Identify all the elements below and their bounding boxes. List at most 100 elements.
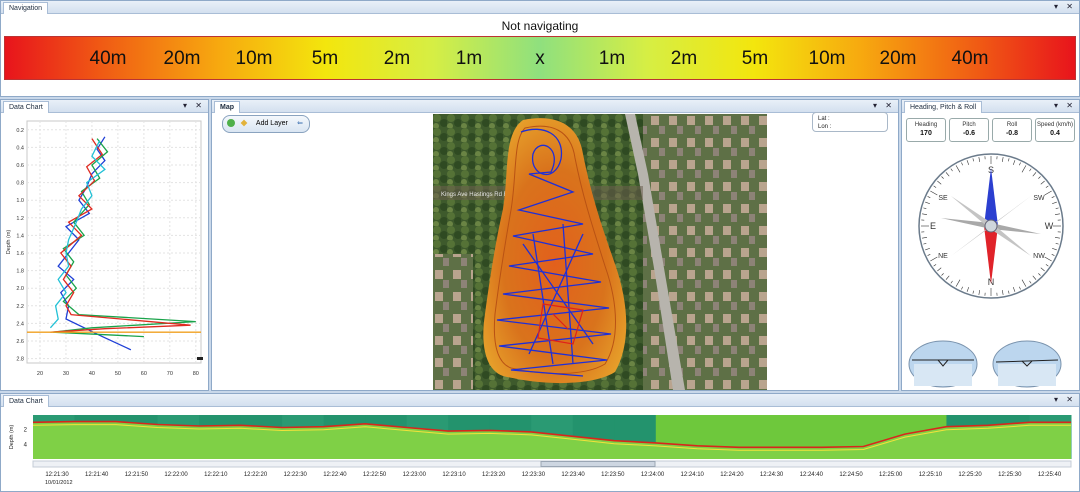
navigation-tab[interactable]: Navigation bbox=[3, 2, 49, 14]
panel-controls[interactable]: ▾ ✕ bbox=[1054, 100, 1076, 112]
compass-hub bbox=[984, 219, 998, 233]
nav-distance-label: 20m bbox=[163, 48, 201, 69]
panel-controls[interactable]: ▾ ✕ bbox=[183, 100, 205, 112]
x-tick-label: 12:23:40 bbox=[561, 472, 585, 478]
x-tick-label: 70 bbox=[167, 371, 173, 377]
heading-titlebar: Heading, Pitch & Roll ▾ ✕ bbox=[902, 100, 1079, 113]
roll-label: Roll bbox=[1006, 122, 1018, 128]
nav-distance-label: 40m bbox=[89, 48, 127, 69]
compass-label: E bbox=[930, 221, 936, 231]
pencil-icon bbox=[240, 119, 248, 127]
map-panel: Map ▾ ✕ Add Layer ⇐ Lat : Lon : Kings Av… bbox=[211, 99, 899, 391]
x-tick-label: 12:23:00 bbox=[403, 472, 427, 478]
nav-distance-label: 10m bbox=[235, 48, 273, 69]
y-tick-label: 2.6 bbox=[16, 339, 24, 345]
map-view[interactable]: Kings Ave Hastings Rd Essex Rd bbox=[433, 114, 767, 390]
nav-distance-label: 2m bbox=[383, 48, 411, 69]
pitch-value: -0.6 bbox=[962, 130, 976, 137]
x-tick-label: 12:22:00 bbox=[164, 472, 188, 478]
heading-readout: Heading 170 bbox=[906, 118, 946, 142]
x-tick-label: 12:25:30 bbox=[998, 472, 1022, 478]
h-scroll-thumb bbox=[540, 461, 656, 467]
y-axis-label: Depth (m) bbox=[6, 230, 12, 255]
x-tick-label: 80 bbox=[193, 371, 199, 377]
roll-gauge bbox=[992, 340, 1062, 388]
x-tick-label: 60 bbox=[141, 371, 147, 377]
arrow-left-icon: ⇐ bbox=[297, 120, 303, 127]
y-tick-label: 2.8 bbox=[16, 357, 24, 363]
y-tick-label: 2.2 bbox=[16, 304, 24, 310]
nav-distance-label: 5m bbox=[311, 48, 339, 69]
y-tick-label: 4 bbox=[24, 442, 28, 448]
x-tick-label: 12:21:30 bbox=[45, 472, 69, 478]
x-tick-label: 12:22:50 bbox=[363, 472, 387, 478]
y-tick-label: 0.8 bbox=[16, 181, 24, 187]
y-tick-label: 1.6 bbox=[16, 251, 24, 257]
y-tick-label: 0.2 bbox=[16, 128, 24, 134]
map-titlebar: Map ▾ ✕ bbox=[212, 100, 898, 113]
nav-distance-label: 10m bbox=[808, 48, 846, 69]
x-tick-label: 12:24:20 bbox=[720, 472, 744, 478]
x-tick-label: 12:24:40 bbox=[800, 472, 824, 478]
pitch-gauge bbox=[908, 340, 978, 388]
pitch-label: Pitch bbox=[962, 122, 976, 128]
y-tick-label: 0.4 bbox=[16, 145, 24, 151]
navigation-titlebar: Navigation ▾ ✕ bbox=[1, 1, 1079, 14]
x-tick-label: 12:22:40 bbox=[323, 472, 347, 478]
add-layer-button[interactable]: Add Layer ⇐ bbox=[222, 115, 310, 133]
heading-tab[interactable]: Heading, Pitch & Roll bbox=[904, 101, 983, 113]
x-tick-label: 12:23:20 bbox=[482, 472, 506, 478]
nav-distance-label: 1m bbox=[455, 48, 483, 69]
x-tick-label: 12:25:10 bbox=[919, 472, 943, 478]
panel-controls[interactable]: ▾ ✕ bbox=[873, 100, 895, 112]
x-tick-label: 12:23:30 bbox=[522, 472, 546, 478]
map-tab[interactable]: Map bbox=[214, 101, 240, 113]
y-tick-label: 1.0 bbox=[16, 198, 24, 204]
y-axis-label: Depth (m) bbox=[9, 425, 15, 450]
lon-label: Lon : bbox=[818, 124, 832, 130]
x-tick-label: 12:25:00 bbox=[879, 472, 903, 478]
depth-chart-titlebar: Data Chart ▾ ✕ bbox=[1, 100, 208, 113]
heading-value: 170 bbox=[920, 130, 932, 137]
navigation-panel: Navigation ▾ ✕ Not navigating 40m 20m 10m 5… bbox=[0, 0, 1080, 97]
compass-label: SE bbox=[938, 195, 948, 202]
x-tick-label: 12:24:10 bbox=[681, 472, 705, 478]
heading-panel: Heading, Pitch & Roll ▾ ✕ Heading 170 Pi… bbox=[901, 99, 1080, 391]
x-tick-label: 30 bbox=[63, 371, 69, 377]
add-layer-label: Add Layer bbox=[255, 120, 288, 127]
scroll-marker bbox=[197, 357, 203, 360]
y-tick-label: 1.4 bbox=[16, 233, 24, 239]
compass-label: NE bbox=[938, 253, 948, 260]
panel-controls[interactable]: ▾ ✕ bbox=[1054, 1, 1076, 13]
y-tick-label: 1.8 bbox=[16, 269, 24, 275]
y-tick-label: 0.6 bbox=[16, 163, 24, 169]
panel-controls[interactable]: ▾ ✕ bbox=[1054, 394, 1076, 406]
y-tick-label: 2 bbox=[24, 428, 28, 434]
depth-chart-panel: Data Chart ▾ ✕ 0.2 0.4 0.6 0.8 1.0 1.2 1.4 1.6 1… bbox=[0, 99, 209, 391]
x-tick-label: 12:24:00 bbox=[641, 472, 665, 478]
echogram-titlebar: Data Chart ▾ ✕ bbox=[1, 394, 1079, 407]
x-tick-label: 12:23:50 bbox=[601, 472, 625, 478]
depth-chart-tab[interactable]: Data Chart bbox=[3, 101, 49, 113]
depth-line-chart: 0.2 0.4 0.6 0.8 1.0 1.2 1.4 1.6 1.8 2.0 2.2 2.4 2.6 2… bbox=[6, 120, 203, 377]
roll-value: -0.8 bbox=[1005, 130, 1019, 137]
x-tick-label: 12:24:30 bbox=[760, 472, 784, 478]
x-tick-label: 12:22:20 bbox=[244, 472, 268, 478]
x-tick-label: 12:24:50 bbox=[839, 472, 863, 478]
nav-distance-label: 5m bbox=[741, 48, 769, 69]
nav-distance-label: 1m bbox=[598, 48, 626, 69]
echogram-tab[interactable]: Data Chart bbox=[3, 395, 49, 407]
compass-label: W bbox=[1045, 221, 1054, 231]
y-tick-label: 1.2 bbox=[16, 216, 24, 222]
nav-distance-label: 40m bbox=[951, 48, 989, 69]
y-tick-label: 2.4 bbox=[16, 321, 24, 327]
y-tick-label: 2.0 bbox=[16, 286, 24, 292]
add-icon bbox=[227, 119, 235, 128]
speed-label: Speed (km/h) bbox=[1036, 122, 1073, 128]
speed-readout: Speed (km/h) 0.4 bbox=[1035, 118, 1075, 142]
x-tick-label: 12:22:30 bbox=[284, 472, 308, 478]
nav-distance-label: 2m bbox=[670, 48, 698, 69]
map-houses-left bbox=[433, 254, 473, 390]
x-tick-label: 12:25:40 bbox=[1038, 472, 1062, 478]
nav-distance-label: 20m bbox=[879, 48, 917, 69]
